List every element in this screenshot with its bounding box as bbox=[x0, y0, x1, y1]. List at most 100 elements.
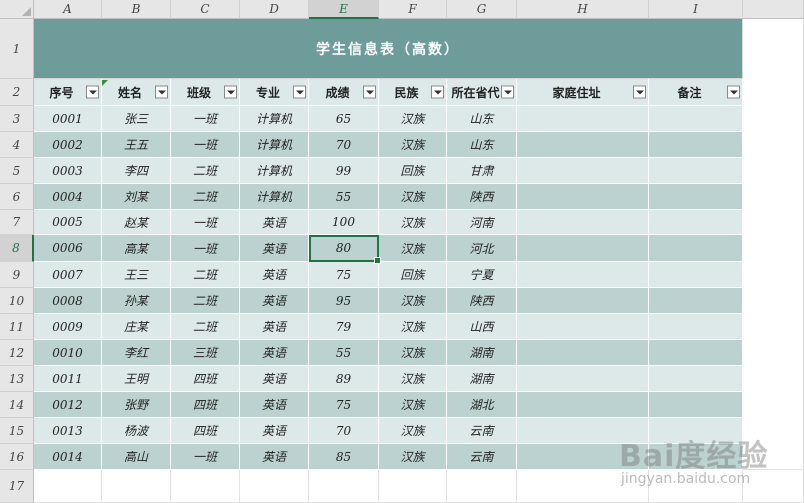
table-cell[interactable]: 英语 bbox=[240, 210, 309, 235]
table-cell[interactable]: 0013 bbox=[34, 418, 102, 444]
empty-cell[interactable] bbox=[102, 470, 171, 503]
table-cell[interactable]: 计算机 bbox=[240, 184, 309, 210]
table-cell[interactable]: 陕西 bbox=[447, 288, 517, 314]
table-cell[interactable]: 汉族 bbox=[379, 132, 447, 158]
header-cell-8[interactable]: 家庭住址 bbox=[517, 79, 649, 106]
table-cell[interactable] bbox=[649, 210, 743, 235]
table-cell[interactable] bbox=[649, 262, 743, 288]
table-cell[interactable]: 55 bbox=[309, 184, 379, 210]
table-cell[interactable]: 王五 bbox=[102, 132, 171, 158]
table-cell[interactable] bbox=[649, 132, 743, 158]
row-header-3[interactable]: 3 bbox=[0, 106, 34, 132]
table-cell[interactable]: 英语 bbox=[240, 262, 309, 288]
table-cell[interactable] bbox=[517, 210, 649, 235]
table-cell[interactable]: 湖南 bbox=[447, 340, 517, 366]
header-cell-1[interactable]: 序号 bbox=[34, 79, 102, 106]
table-cell[interactable]: 三班 bbox=[171, 340, 240, 366]
table-cell[interactable]: 汉族 bbox=[379, 340, 447, 366]
table-cell[interactable]: 汉族 bbox=[379, 235, 447, 262]
table-cell[interactable]: 55 bbox=[309, 340, 379, 366]
table-cell[interactable] bbox=[517, 314, 649, 340]
table-cell[interactable] bbox=[649, 184, 743, 210]
table-cell[interactable]: 孙某 bbox=[102, 288, 171, 314]
table-cell[interactable]: 云南 bbox=[447, 444, 517, 470]
table-cell[interactable]: 一班 bbox=[171, 132, 240, 158]
empty-cell[interactable] bbox=[309, 470, 379, 503]
table-cell[interactable]: 0009 bbox=[34, 314, 102, 340]
table-title[interactable]: 学生信息表（高数） bbox=[34, 19, 743, 79]
table-cell[interactable] bbox=[517, 340, 649, 366]
table-cell[interactable]: 回族 bbox=[379, 262, 447, 288]
table-cell[interactable]: 95 bbox=[309, 288, 379, 314]
row-header-1[interactable]: 1 bbox=[0, 19, 34, 79]
column-header-a[interactable]: A bbox=[34, 0, 102, 19]
row-header-7[interactable]: 7 bbox=[0, 210, 34, 235]
header-cell-3[interactable]: 班级 bbox=[171, 79, 240, 106]
table-cell[interactable]: 75 bbox=[309, 392, 379, 418]
table-cell[interactable]: 四班 bbox=[171, 392, 240, 418]
table-cell[interactable]: 79 bbox=[309, 314, 379, 340]
table-cell[interactable]: 一班 bbox=[171, 106, 240, 132]
table-cell[interactable]: 0005 bbox=[34, 210, 102, 235]
empty-cell[interactable] bbox=[379, 470, 447, 503]
table-cell[interactable]: 陕西 bbox=[447, 184, 517, 210]
table-cell[interactable]: 80 bbox=[309, 235, 379, 262]
header-cell-5[interactable]: 成绩 bbox=[309, 79, 379, 106]
row-header-8[interactable]: 8 bbox=[0, 235, 34, 262]
table-cell[interactable]: 汉族 bbox=[379, 392, 447, 418]
table-cell[interactable]: 李四 bbox=[102, 158, 171, 184]
row-header-4[interactable]: 4 bbox=[0, 132, 34, 158]
table-cell[interactable]: 0010 bbox=[34, 340, 102, 366]
empty-cell[interactable] bbox=[34, 470, 102, 503]
table-cell[interactable] bbox=[517, 184, 649, 210]
table-cell[interactable] bbox=[517, 366, 649, 392]
table-cell[interactable]: 赵某 bbox=[102, 210, 171, 235]
column-header-g[interactable]: G bbox=[447, 0, 517, 19]
row-header-12[interactable]: 12 bbox=[0, 340, 34, 366]
table-cell[interactable] bbox=[649, 392, 743, 418]
table-cell[interactable]: 计算机 bbox=[240, 106, 309, 132]
header-cell-9[interactable]: 备注 bbox=[649, 79, 743, 106]
table-cell[interactable]: 山东 bbox=[447, 132, 517, 158]
table-cell[interactable]: 高山 bbox=[102, 444, 171, 470]
empty-column-area[interactable] bbox=[743, 19, 804, 470]
table-cell[interactable] bbox=[517, 262, 649, 288]
row-header-9[interactable]: 9 bbox=[0, 262, 34, 288]
table-cell[interactable]: 高某 bbox=[102, 235, 171, 262]
table-cell[interactable] bbox=[649, 235, 743, 262]
row-header-16[interactable]: 16 bbox=[0, 444, 34, 470]
table-cell[interactable]: 四班 bbox=[171, 418, 240, 444]
table-cell[interactable]: 英语 bbox=[240, 235, 309, 262]
header-cell-7[interactable]: 所在省代 bbox=[447, 79, 517, 106]
table-cell[interactable]: 汉族 bbox=[379, 184, 447, 210]
table-cell[interactable]: 河北 bbox=[447, 235, 517, 262]
table-cell[interactable] bbox=[649, 106, 743, 132]
table-cell[interactable]: 英语 bbox=[240, 314, 309, 340]
table-cell[interactable]: 汉族 bbox=[379, 106, 447, 132]
table-cell[interactable] bbox=[649, 340, 743, 366]
table-cell[interactable]: 英语 bbox=[240, 366, 309, 392]
table-cell[interactable] bbox=[517, 132, 649, 158]
table-cell[interactable] bbox=[517, 106, 649, 132]
table-cell[interactable]: 二班 bbox=[171, 288, 240, 314]
filter-dropdown-icon[interactable] bbox=[155, 85, 168, 99]
row-header-17[interactable]: 17 bbox=[0, 470, 34, 503]
header-cell-4[interactable]: 专业 bbox=[240, 79, 309, 106]
table-cell[interactable]: 0014 bbox=[34, 444, 102, 470]
row-header-10[interactable]: 10 bbox=[0, 288, 34, 314]
table-cell[interactable]: 一班 bbox=[171, 444, 240, 470]
table-cell[interactable]: 一班 bbox=[171, 235, 240, 262]
table-cell[interactable]: 0002 bbox=[34, 132, 102, 158]
table-cell[interactable]: 张三 bbox=[102, 106, 171, 132]
filter-dropdown-icon[interactable] bbox=[363, 85, 376, 99]
table-cell[interactable] bbox=[649, 158, 743, 184]
column-header-b[interactable]: B bbox=[102, 0, 171, 19]
table-cell[interactable]: 二班 bbox=[171, 262, 240, 288]
table-cell[interactable]: 85 bbox=[309, 444, 379, 470]
table-cell[interactable]: 99 bbox=[309, 158, 379, 184]
header-cell-6[interactable]: 民族 bbox=[379, 79, 447, 106]
table-cell[interactable] bbox=[517, 288, 649, 314]
table-cell[interactable]: 一班 bbox=[171, 210, 240, 235]
table-cell[interactable]: 王三 bbox=[102, 262, 171, 288]
column-header-c[interactable]: C bbox=[171, 0, 240, 19]
